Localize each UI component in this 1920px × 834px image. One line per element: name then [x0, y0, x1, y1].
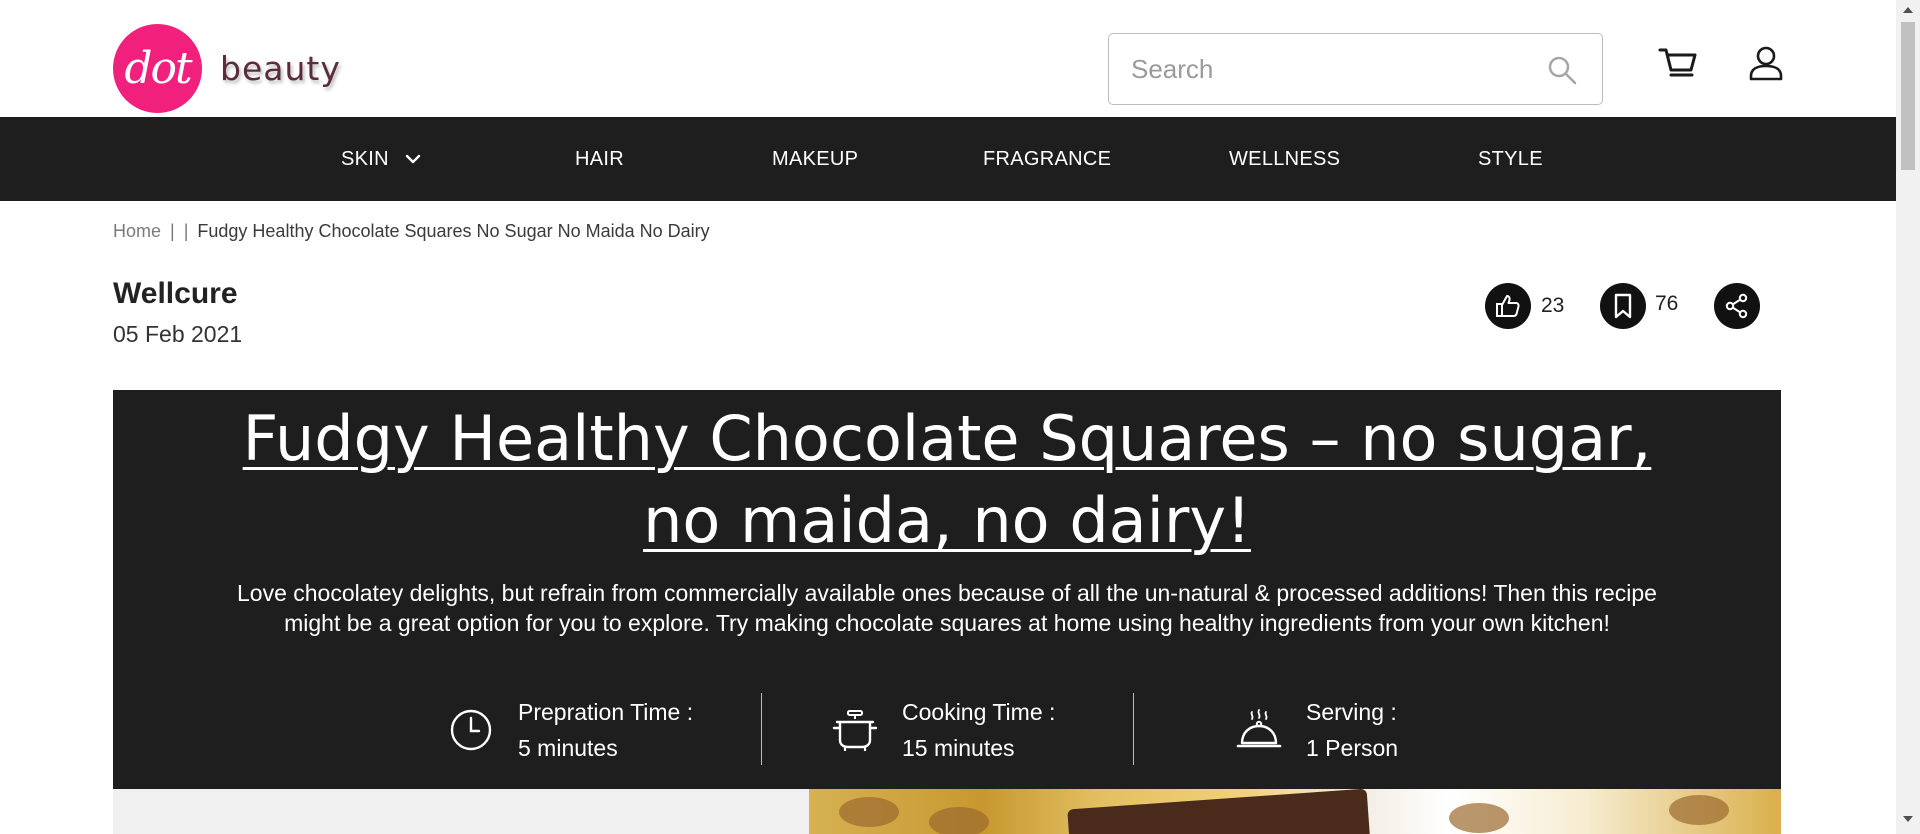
- scroll-down-arrow[interactable]: [1903, 816, 1913, 822]
- nav-item-skin[interactable]: SKIN: [341, 117, 421, 201]
- nav-item-fragrance[interactable]: FRAGRANCE: [983, 117, 1111, 201]
- nav-label-hair: HAIR: [575, 147, 624, 170]
- logo-text: beauty: [220, 49, 341, 88]
- breadcrumb-current: Fudgy Healthy Chocolate Squares No Sugar…: [197, 221, 710, 241]
- share-icon: [1725, 293, 1748, 319]
- site-logo[interactable]: dot beauty: [113, 24, 341, 113]
- cooking-time: Cooking Time : 15 minutes: [831, 694, 1055, 766]
- cooking-time-value: 15 minutes: [902, 735, 1015, 761]
- recipe-image: [809, 789, 1781, 834]
- nav-label-makeup: MAKEUP: [772, 147, 859, 170]
- recipe-title: Fudgy Healthy Chocolate Squares – no sug…: [242, 402, 1652, 557]
- logo-mark: dot: [113, 24, 202, 113]
- clock-icon: [450, 709, 492, 751]
- cooking-pot-icon: [832, 710, 878, 751]
- nav-item-style[interactable]: STYLE: [1478, 117, 1543, 201]
- scrollbar-thumb[interactable]: [1901, 22, 1915, 170]
- prep-time-label: Prepration Time :: [518, 699, 694, 725]
- nav-item-wellness[interactable]: WELLNESS: [1229, 117, 1340, 201]
- publish-date: 05 Feb 2021: [113, 321, 243, 347]
- search-icon[interactable]: [1546, 54, 1578, 86]
- nav-label-skin: SKIN: [341, 147, 389, 170]
- recipe-hero: Fudgy Healthy Chocolate Squares – no sug…: [113, 390, 1781, 789]
- bookmark-icon: [1614, 293, 1632, 319]
- nav-label-wellness: WELLNESS: [1229, 147, 1341, 170]
- recipe-description: Love chocolatey delights, but refrain fr…: [237, 580, 1657, 636]
- bookmark-button[interactable]: [1600, 283, 1646, 329]
- divider: [1133, 693, 1134, 765]
- serving: Serving : 1 Person: [1235, 694, 1398, 766]
- prep-time: Prepration Time : 5 minutes: [447, 694, 693, 766]
- nav-item-hair[interactable]: HAIR: [575, 117, 624, 201]
- chevron-down-icon: [405, 154, 421, 164]
- breadcrumb: Home | | Fudgy Healthy Chocolate Squares…: [113, 221, 710, 242]
- like-count: 23: [1541, 294, 1565, 317]
- author-name[interactable]: Wellcure: [113, 277, 238, 311]
- search-input[interactable]: [1131, 34, 1541, 104]
- site-header: dot beauty: [0, 0, 1896, 117]
- breadcrumb-separator: |: [183, 221, 189, 241]
- serving-label: Serving :: [1306, 699, 1397, 725]
- cart-icon[interactable]: [1658, 44, 1698, 84]
- breadcrumb-home[interactable]: Home: [113, 221, 161, 242]
- serving-value: 1 Person: [1306, 735, 1399, 761]
- search-box: [1108, 33, 1603, 105]
- nav-item-makeup[interactable]: MAKEUP: [772, 117, 858, 201]
- breadcrumb-separator: |: [170, 221, 175, 241]
- scroll-up-arrow[interactable]: [1903, 7, 1913, 13]
- share-button[interactable]: [1714, 283, 1760, 329]
- bookmark-count: 76: [1655, 292, 1679, 315]
- main-nav: SKIN HAIR MAKEUP FRAGRANCE WELLNESS STYL…: [0, 117, 1896, 201]
- prep-time-value: 5 minutes: [518, 735, 618, 761]
- divider: [761, 693, 762, 765]
- content-panel: [113, 789, 809, 834]
- nav-label-fragrance: FRAGRANCE: [983, 147, 1112, 170]
- nav-label-style: STYLE: [1478, 147, 1543, 170]
- like-button[interactable]: [1485, 283, 1531, 329]
- serving-dish-icon: [1236, 709, 1282, 748]
- user-icon[interactable]: [1748, 44, 1784, 82]
- thumbs-up-icon: [1496, 295, 1520, 317]
- cooking-time-label: Cooking Time :: [902, 699, 1056, 725]
- page-scrollbar[interactable]: [1896, 0, 1920, 834]
